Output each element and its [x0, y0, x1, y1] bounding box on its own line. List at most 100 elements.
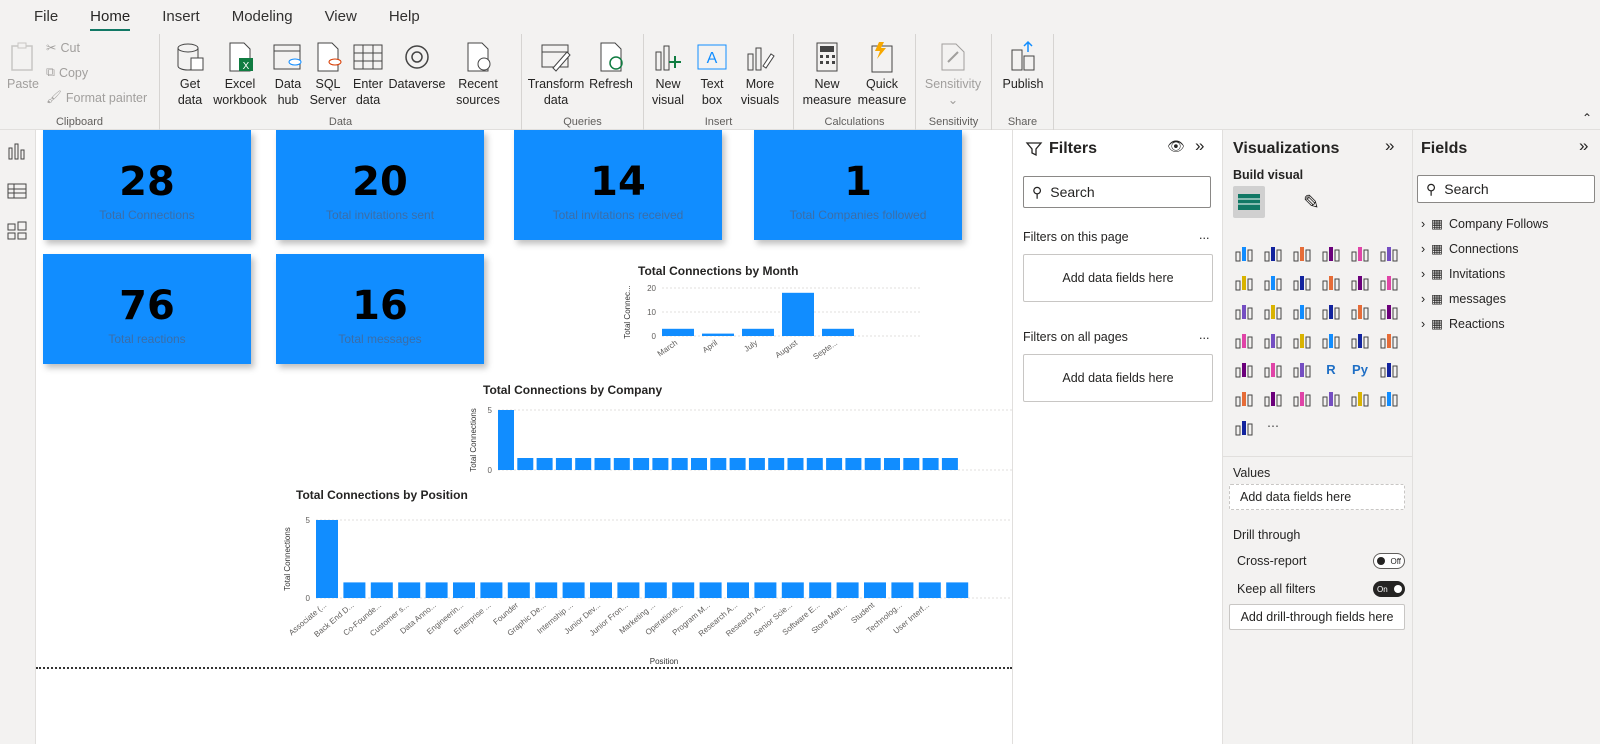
collapse-filters-icon[interactable]: »	[1195, 136, 1204, 156]
filters-page-more-icon[interactable]: ...	[1199, 228, 1209, 242]
recent-sources-button[interactable]: Recent sources	[450, 40, 506, 108]
keep-all-filters-toggle[interactable]: On	[1373, 581, 1405, 597]
collapse-ribbon-icon[interactable]: ⌃	[1582, 111, 1592, 125]
more-visual-icon[interactable]: ⋯	[1262, 416, 1284, 438]
refresh-button[interactable]: Refresh	[588, 40, 634, 92]
clustered-column-visual-icon[interactable]	[1320, 242, 1342, 264]
field-table-connections[interactable]: › ▦ Connections	[1421, 241, 1518, 257]
key-influencers-visual-icon[interactable]	[1378, 358, 1400, 380]
table-visual-icon[interactable]	[1262, 358, 1284, 380]
python-visual-icon[interactable]: Py	[1349, 358, 1371, 380]
menu-modeling[interactable]: Modeling	[216, 0, 309, 34]
new-measure-label-2: measure	[802, 93, 852, 107]
paste-button[interactable]: Paste	[6, 40, 40, 92]
paginated-visual-icon[interactable]	[1320, 387, 1342, 409]
company-chart[interactable]: Total Connections 5 0	[468, 398, 1012, 488]
area-visual-icon[interactable]	[1262, 271, 1284, 293]
card-visual-icon[interactable]	[1320, 329, 1342, 351]
kpi-card-total-messages[interactable]: 16 Total messages	[276, 254, 484, 364]
slicer-visual-icon[interactable]	[1233, 358, 1255, 380]
drill-through-dropzone[interactable]: Add drill-through fields here	[1229, 604, 1405, 630]
format-painter-button[interactable]: 🖌 Format painter	[46, 90, 147, 105]
table-view-icon[interactable]	[6, 180, 28, 202]
menu-view[interactable]: View	[309, 0, 373, 34]
bar	[727, 582, 749, 598]
kpi-card-companies-followed[interactable]: 1 Total Companies followed	[754, 130, 962, 240]
get-data-button[interactable]: Get data	[170, 40, 210, 108]
line-visual-icon[interactable]	[1233, 271, 1255, 293]
filled-map-visual-icon[interactable]	[1233, 329, 1255, 351]
map-visual-icon[interactable]	[1378, 300, 1400, 322]
copy-button[interactable]: ⧉ Copy	[46, 65, 88, 80]
month-chart[interactable]: Total Connec... 20 10 0March April July August…	[622, 280, 922, 370]
narrative-visual-icon[interactable]	[1291, 387, 1313, 409]
stacked-bar-100-visual-icon[interactable]	[1291, 242, 1313, 264]
pie-visual-icon[interactable]	[1291, 300, 1313, 322]
goals-visual-icon[interactable]	[1349, 387, 1371, 409]
waterfall-visual-icon[interactable]	[1378, 271, 1400, 293]
quick-measure-button[interactable]: Quick measure	[856, 40, 908, 108]
gauge-visual-icon[interactable]	[1291, 329, 1313, 351]
qa-visual-icon[interactable]	[1262, 387, 1284, 409]
report-view-icon[interactable]	[6, 140, 28, 162]
kpi-card-total-reactions[interactable]: 76 Total reactions	[43, 254, 251, 364]
sensitivity-button[interactable]: Sensitivity ⌄	[920, 40, 986, 108]
filters-all-dropzone[interactable]: Add data fields here	[1023, 354, 1213, 402]
cross-report-toggle[interactable]: Off	[1373, 553, 1405, 569]
ribbon-visual-icon[interactable]	[1349, 271, 1371, 293]
transform-data-button[interactable]: Transform data	[528, 40, 584, 108]
dataverse-button[interactable]: Dataverse	[388, 40, 446, 92]
publish-button[interactable]: Publish	[998, 40, 1048, 92]
text-box-button[interactable]: A Text box	[694, 40, 730, 108]
power-automate-visual-icon[interactable]	[1233, 416, 1255, 438]
filters-page-dropzone[interactable]: Add data fields here	[1023, 254, 1213, 302]
clustered-bar-visual-icon[interactable]	[1262, 242, 1284, 264]
stacked-column-100-visual-icon[interactable]	[1349, 242, 1371, 264]
new-visual-button[interactable]: New visual	[648, 40, 688, 108]
menu-home[interactable]: Home	[74, 0, 146, 34]
filters-search-input[interactable]: ⚲ Search	[1023, 176, 1211, 208]
stacked-area-visual-icon[interactable]	[1291, 271, 1313, 293]
filters-all-more-icon[interactable]: ...	[1199, 328, 1209, 342]
field-table-company-follows[interactable]: › ▦ Company Follows	[1421, 216, 1548, 232]
field-table-reactions[interactable]: › ▦ Reactions	[1421, 316, 1505, 332]
treemap-visual-icon[interactable]	[1349, 300, 1371, 322]
power-apps-visual-icon[interactable]	[1378, 387, 1400, 409]
values-dropzone[interactable]: Add data fields here	[1229, 484, 1405, 510]
azure-map-visual-icon[interactable]	[1262, 329, 1284, 351]
position-chart[interactable]: Total Connections50Associate (...Back En…	[282, 506, 1012, 666]
format-visual-tab[interactable]: ✎	[1303, 190, 1320, 215]
menu-insert[interactable]: Insert	[146, 0, 216, 34]
menu-file[interactable]: File	[18, 0, 74, 34]
data-hub-button[interactable]: Data hub	[270, 40, 306, 108]
funnel-visual-icon[interactable]	[1233, 300, 1255, 322]
kpi-visual-icon[interactable]	[1378, 329, 1400, 351]
kpi-card-invitations-received[interactable]: 14 Total invitations received	[514, 130, 722, 240]
collapse-viz-icon[interactable]: »	[1385, 136, 1394, 156]
matrix-visual-icon[interactable]	[1291, 358, 1313, 380]
decomposition-tree-visual-icon[interactable]	[1233, 387, 1255, 409]
build-visual-tab[interactable]	[1233, 186, 1265, 218]
donut-visual-icon[interactable]	[1320, 300, 1342, 322]
excel-workbook-button[interactable]: X Excel workbook	[212, 40, 268, 108]
stacked-bar-visual-icon[interactable]	[1233, 242, 1255, 264]
eye-icon[interactable]: 👁	[1167, 138, 1185, 155]
multi-row-card-visual-icon[interactable]	[1349, 329, 1371, 351]
column-visual-icon[interactable]	[1378, 242, 1400, 264]
field-table-invitations[interactable]: › ▦ Invitations	[1421, 266, 1505, 282]
scatter-visual-icon[interactable]	[1262, 300, 1284, 322]
kpi-card-total-connections[interactable]: 28 Total Connections	[43, 130, 251, 240]
more-visuals-button[interactable]: More visuals	[736, 40, 784, 108]
r-script-visual-icon[interactable]: R	[1320, 358, 1342, 380]
menu-help[interactable]: Help	[373, 0, 436, 34]
model-view-icon[interactable]	[6, 220, 28, 242]
collapse-fields-icon[interactable]: »	[1579, 136, 1588, 156]
enter-data-button[interactable]: Enter data	[350, 40, 386, 108]
kpi-card-invitations-sent[interactable]: 20 Total invitations sent	[276, 130, 484, 240]
line-column-visual-icon[interactable]	[1320, 271, 1342, 293]
field-table-messages[interactable]: › ▦ messages	[1421, 291, 1506, 307]
new-measure-button[interactable]: New measure	[802, 40, 852, 108]
fields-search-input[interactable]: ⚲ Search	[1417, 175, 1595, 203]
cut-button[interactable]: ✂ Cut	[46, 40, 80, 56]
sql-server-button[interactable]: SQL Server	[310, 40, 346, 108]
